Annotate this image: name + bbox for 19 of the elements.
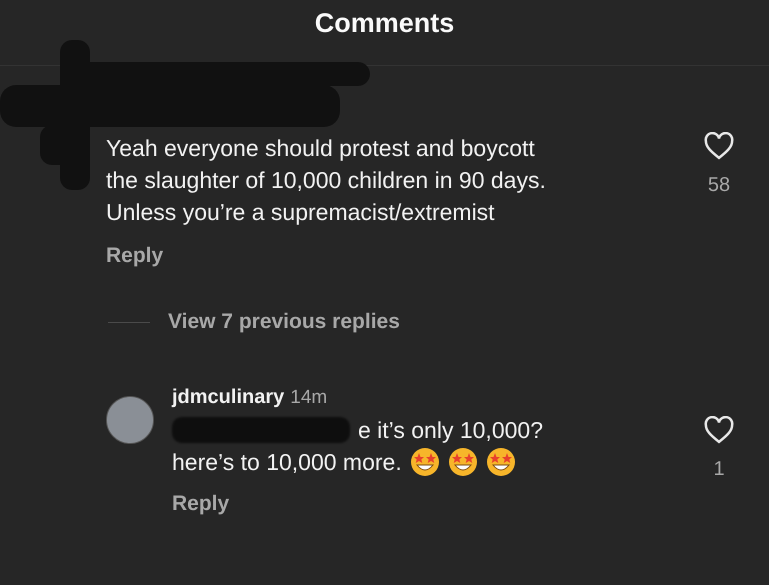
comment-text: e it’s only 10,000? xyxy=(358,416,543,445)
username[interactable]: jdmculinary xyxy=(172,386,284,409)
comment-text: the slaughter of 10,000 children in 90 days. xyxy=(106,166,547,195)
reply-link[interactable]: Reply xyxy=(106,244,164,268)
header-title: Comments xyxy=(314,8,454,39)
reply-link[interactable]: Reply xyxy=(172,492,230,516)
star-eyes-emoji-icon xyxy=(448,447,478,477)
avatar xyxy=(106,396,154,444)
heart-icon[interactable] xyxy=(704,132,734,160)
comment-time: 14m xyxy=(290,387,328,409)
comment-text: Yeah everyone should protest and boycott xyxy=(106,134,536,163)
star-eyes-emoji-icon xyxy=(410,447,440,477)
view-replies-link[interactable]: View 7 previous replies xyxy=(168,310,400,334)
like-count: 58 xyxy=(708,174,730,197)
heart-icon[interactable] xyxy=(704,416,734,444)
like-count: 1 xyxy=(713,458,725,481)
comment-text: here’s to 10,000 more. xyxy=(172,448,402,477)
comment-text: Unless you’re a supremacist/extremist xyxy=(106,198,496,227)
star-eyes-emoji-icon xyxy=(486,447,516,477)
